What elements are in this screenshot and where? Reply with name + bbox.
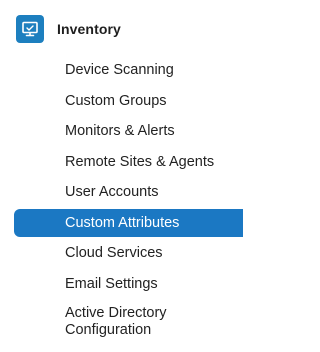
menu-item-active-directory-configuration[interactable]: Active Directory Configuration (0, 299, 243, 339)
sidebar-nav: Inventory Device Scanning Custom Groups … (0, 0, 243, 352)
monitor-icon (16, 15, 44, 43)
menu-item-cloud-services[interactable]: Cloud Services (0, 238, 243, 269)
menu-item-user-accounts[interactable]: User Accounts (0, 177, 243, 208)
menu-item-custom-attributes[interactable]: Custom Attributes (14, 208, 243, 237)
menu-item-monitors-alerts[interactable]: Monitors & Alerts (0, 116, 243, 147)
menu-item-label-line2: Configuration (65, 322, 152, 338)
menu-item-custom-groups[interactable]: Custom Groups (0, 86, 243, 117)
section-title: Inventory (57, 21, 121, 37)
inventory-section-header[interactable]: Inventory (16, 14, 121, 44)
menu-item-remote-sites-agents[interactable]: Remote Sites & Agents (0, 147, 243, 178)
menu-item-device-scanning[interactable]: Device Scanning (0, 55, 243, 86)
inventory-submenu: Device Scanning Custom Groups Monitors &… (0, 55, 243, 339)
menu-item-email-settings[interactable]: Email Settings (0, 269, 243, 300)
menu-item-label-line1: Active Directory (65, 305, 167, 321)
